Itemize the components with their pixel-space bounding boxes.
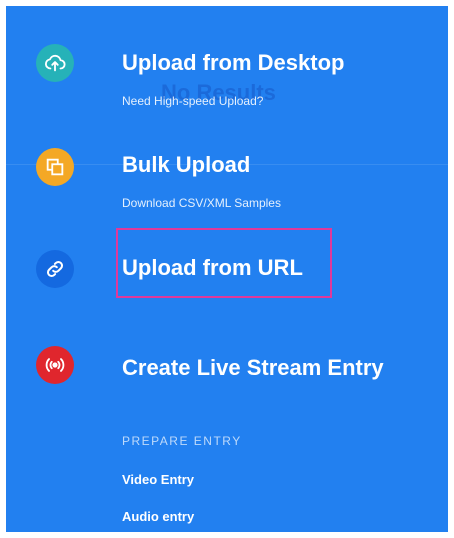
link-icon [36,250,74,288]
high-speed-upload-link[interactable]: Need High-speed Upload? [122,94,263,108]
download-samples-link[interactable]: Download CSV/XML Samples [122,196,281,210]
video-entry-link[interactable]: Video Entry [122,472,194,487]
upload-from-desktop-label: Upload from Desktop [122,50,345,75]
copy-stack-icon [36,148,74,186]
create-live-stream-item[interactable]: Create Live Stream Entry [6,336,448,402]
prepare-entry-heading: PREPARE ENTRY [122,434,242,448]
cloud-upload-icon [36,44,74,82]
bulk-upload-label: Bulk Upload [122,152,251,177]
upload-menu-panel: No Results Upload from Desktop Need High… [6,6,448,532]
selection-highlight [116,228,332,298]
bulk-upload-item[interactable]: Bulk Upload [6,138,448,194]
audio-entry-link[interactable]: Audio entry [122,509,194,524]
live-stream-icon [36,346,74,384]
upload-from-desktop-item[interactable]: Upload from Desktop [6,6,448,126]
create-live-stream-label: Create Live Stream Entry [122,355,384,380]
